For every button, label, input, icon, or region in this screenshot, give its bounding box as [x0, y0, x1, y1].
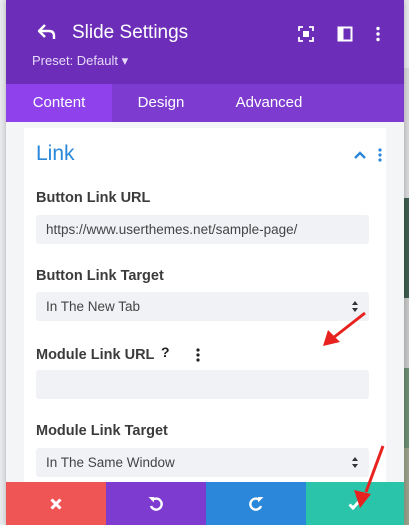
chevron-up-icon[interactable]	[353, 150, 367, 160]
undo-button[interactable]	[106, 482, 206, 525]
field-options-icon[interactable]	[196, 348, 200, 362]
slide-settings-modal: Slide Settings Preset: Default ▾ Content…	[6, 0, 404, 525]
section-title[interactable]: Link	[36, 142, 75, 166]
modal-title: Slide Settings	[72, 22, 189, 43]
annotation-arrow	[354, 445, 385, 508]
button-link-url-input[interactable]: https://www.userthemes.net/sample-page/	[36, 215, 369, 244]
more-options-icon[interactable]	[370, 26, 386, 42]
tab-advanced[interactable]: Advanced	[210, 84, 328, 122]
section-options-icon[interactable]	[378, 148, 382, 162]
module-link-target-label: Module Link Target	[36, 423, 168, 439]
button-link-target-select[interactable]: In The New Tab	[36, 292, 369, 321]
button-link-url-label: Button Link URL	[36, 190, 151, 206]
tab-content[interactable]: Content	[6, 84, 112, 122]
redo-button[interactable]	[206, 482, 306, 525]
link-section-panel: Link Button Link URL https://www.userthe…	[24, 128, 386, 510]
button-link-target-label: Button Link Target	[36, 268, 164, 284]
settings-content: Link Button Link URL https://www.userthe…	[6, 122, 404, 510]
modal-header: Slide Settings Preset: Default ▾	[6, 0, 404, 84]
preset-dropdown[interactable]: Preset: Default ▾	[32, 53, 128, 69]
module-link-url-input[interactable]	[36, 370, 369, 399]
module-link-url-label: Module Link URL	[36, 347, 155, 363]
module-link-target-select[interactable]: In The Same Window	[36, 448, 369, 477]
split-view-icon[interactable]	[337, 26, 353, 42]
close-icon	[50, 497, 62, 510]
undo-icon	[148, 496, 163, 511]
cancel-button[interactable]	[6, 482, 106, 525]
annotation-arrow	[323, 311, 366, 346]
fullscreen-icon[interactable]	[298, 26, 314, 42]
tab-bar: Content Design Advanced	[6, 84, 404, 122]
button-link-target-value: In The New Tab	[46, 299, 141, 314]
redo-icon	[249, 496, 264, 511]
modal-footer	[6, 482, 404, 525]
help-icon[interactable]: ?	[161, 344, 170, 360]
back-arrow-icon[interactable]	[37, 22, 57, 42]
tab-design[interactable]: Design	[112, 84, 210, 122]
module-link-target-value: In The Same Window	[46, 455, 175, 470]
